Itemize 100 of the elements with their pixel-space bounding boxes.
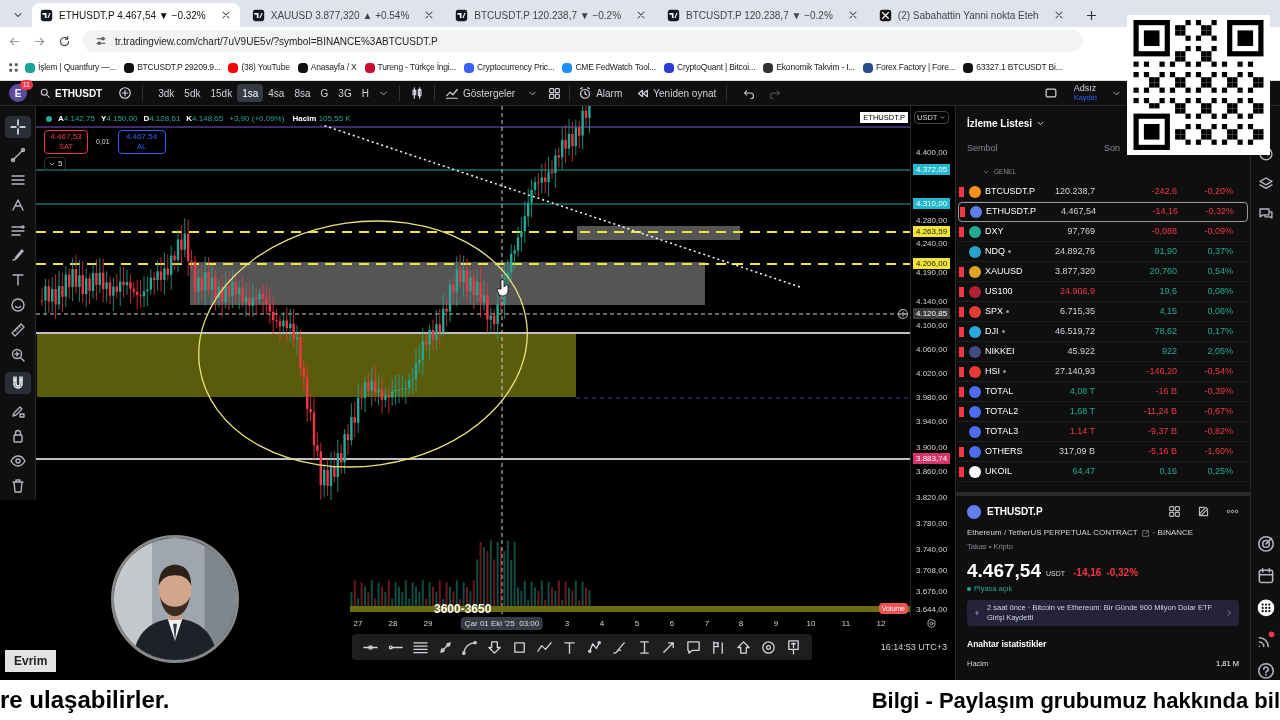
bookmark[interactable]: Tureng - Türkçe İngi... [362,57,459,78]
timeframe-tab[interactable]: 8sa [289,84,316,102]
symbol-name[interactable]: TOTAL [985,384,1014,399]
external-link-icon[interactable] [1140,528,1150,538]
browser-tab[interactable]: XAUUSD 3.877,320 ▲ +0.54% [243,3,444,27]
timeframe-tab[interactable]: 4sa [263,84,290,102]
timeframe-tab[interactable]: 5dk [179,84,206,102]
watchlist-row[interactable]: NDQ 24.892,76 91,90 0,37% [958,242,1248,262]
watchlist-row[interactable]: TOTAL3 1,14 T -9,37 B -0,82% [958,422,1248,442]
parallel-lines-icon[interactable] [9,172,26,188]
signal-icon[interactable] [1256,630,1275,649]
help-icon[interactable] [1256,662,1275,681]
target-icon[interactable] [760,639,776,655]
symbol-name[interactable]: NIKKEI [985,344,1015,359]
symbol-search[interactable]: ETHUSDT [35,83,107,103]
browser-tab[interactable]: BTCUSDT.P 120.238,7 ▼ −0.2% [447,3,656,27]
bookmark[interactable]: BTCUSDT.P 29209.9... [122,57,223,78]
browser-tab[interactable]: BTCUSDT.P 120.238,7 ▼ −0.2% [659,3,867,27]
trash-icon[interactable] [9,478,26,494]
watchlist-row[interactable]: HSI 27.140,93 -146,20 -0,54% [958,362,1248,382]
timeframe-tab[interactable]: H [356,84,374,102]
bookmark[interactable]: (38) YouTube [226,57,292,78]
candles-icon[interactable] [409,86,424,100]
layout-name[interactable]: Adsız [1073,84,1097,93]
symbol-name[interactable]: TOTAL3 [985,424,1019,439]
new-tab-icon[interactable] [1084,8,1098,22]
rectangle-icon[interactable] [512,639,528,655]
symbol-name[interactable]: SPX [985,304,1003,319]
keypad-icon[interactable] [1256,598,1275,617]
price-label-icon[interactable] [785,639,801,655]
pattern-icon[interactable] [586,639,602,655]
symbol-name[interactable]: BTCUSDT.P [985,184,1035,199]
bookmark[interactable]: Cryptocurrency Pric... [462,57,557,78]
watchlist-row[interactable]: OTHERS 317,09 B -5,16 B -1,60% [958,442,1248,462]
horizontal-lines-icon[interactable] [412,639,428,655]
magnet-icon[interactable] [4,372,31,394]
symbol-name[interactable]: US100 [985,284,1013,299]
timeframe-tab[interactable]: 3dk [153,84,180,102]
address-bar[interactable]: tr.tradingview.com/chart/7uV9UE5v/?symbol=BINANCE%3ABTCUSDT.P [83,30,1083,52]
watchlist-row[interactable]: US100 24.906,9 19,6 0,08% [958,282,1248,302]
trend-line-icon[interactable] [9,147,26,163]
watchlist-row[interactable]: SPX 6.715,35 4,15 0,06% [958,302,1248,322]
symbol-name[interactable]: UKOIL [985,464,1012,479]
timeframe-tab[interactable]: 1sa [237,84,264,102]
arrow-icon[interactable] [661,639,677,655]
browser-tab[interactable]: (2) Sabahattin Yanni nokta Eteh [870,3,1073,27]
bookmark[interactable]: İşlem | Quantfury —... [23,57,119,78]
zigzag-icon[interactable] [537,639,553,655]
symbol-name[interactable]: DJI [985,324,999,339]
replay-button[interactable]: Yeniden oynat [636,85,717,101]
watchlist-row[interactable]: BTCUSDT.P 120.238,7 -242,6 -0,20% [958,182,1248,202]
watchlist-row[interactable]: TOTAL2 1,68 T -11,24 B -0,67% [958,402,1248,422]
text-tool-icon[interactable] [561,639,577,655]
settings-icon[interactable] [926,618,937,629]
symbol-name[interactable]: ETHUSDT.P [986,205,1036,219]
bookmark[interactable]: CryptoQuant | Bitcoi... [661,57,758,78]
callout-icon[interactable] [686,639,702,655]
bookmark[interactable]: Forex Factory | Fore... [860,57,958,78]
brush-icon[interactable] [9,247,26,263]
watchlist-row[interactable]: UKOIL 64,47 0,16 0,25% [958,462,1248,482]
watchlist-row[interactable]: TOTAL 4,08 T -16 B -0,39% [958,382,1248,402]
symbol-name[interactable]: OTHERS [985,444,1023,459]
watchlist-row[interactable]: DJI 46.519,72 78,62 0,17% [958,322,1248,342]
trend-line-icon[interactable] [437,639,453,655]
edit-icon[interactable] [1197,505,1210,518]
crosshair-icon[interactable] [4,116,31,138]
add-symbol-icon[interactable] [118,86,133,100]
zoom-icon[interactable] [9,347,26,363]
smiley-icon[interactable] [9,297,26,313]
symbol-name[interactable]: HSI [985,364,1000,379]
text-tool-icon[interactable] [9,272,26,288]
ruler-icon[interactable] [9,322,26,338]
bookmark[interactable]: Anasayfa / X [295,57,359,78]
watchlist-row[interactable]: ETHUSDT.P 4.467,54 -14,16 -0,32% [958,202,1248,222]
indicators-button[interactable]: Göstergeler [444,85,516,101]
symbol-name[interactable]: DXY [985,224,1004,239]
browser-tab[interactable]: ETHUSDT.P 4.467,54 ▼ −0.32% [32,3,240,27]
symbol-name[interactable]: XAUUSD [985,264,1023,279]
brush-icon[interactable] [611,639,627,655]
site-settings-icon[interactable] [95,35,107,47]
timeframe-tab[interactable]: 15dk [205,84,238,102]
channel-lines-icon[interactable] [9,222,26,238]
target-icon[interactable] [1256,535,1275,554]
pitchfork-icon[interactable] [9,197,26,213]
indicators-toggle[interactable]: 5 [44,157,67,170]
alarm-button[interactable]: Alarm [578,85,623,101]
layers-icon[interactable] [1257,175,1274,192]
watchlist-row[interactable]: XAUUSD 3.877,320 20,760 0,54% [958,262,1248,282]
layout-icon[interactable] [1043,86,1058,100]
down-arrow-icon[interactable] [487,639,503,655]
reload-icon[interactable] [58,34,71,48]
watchlist-title[interactable]: İzleme Listesi [967,115,1046,131]
symbol-name[interactable]: TOTAL2 [985,404,1019,419]
bookmark[interactable]: Ekonomik Takvim - I... [761,57,857,78]
bookmark[interactable]: CME FedWatch Tool... [560,57,658,78]
timeframe-tab[interactable]: G [315,84,334,102]
symbol-name[interactable]: NDQ [985,244,1005,259]
watchlist-row[interactable]: NIKKEI 45.922 922 2,05% [958,342,1248,362]
layouts-icon[interactable] [1168,505,1181,518]
bookmark[interactable]: 63327.1 BTCUSDT Bi... [961,57,1065,78]
